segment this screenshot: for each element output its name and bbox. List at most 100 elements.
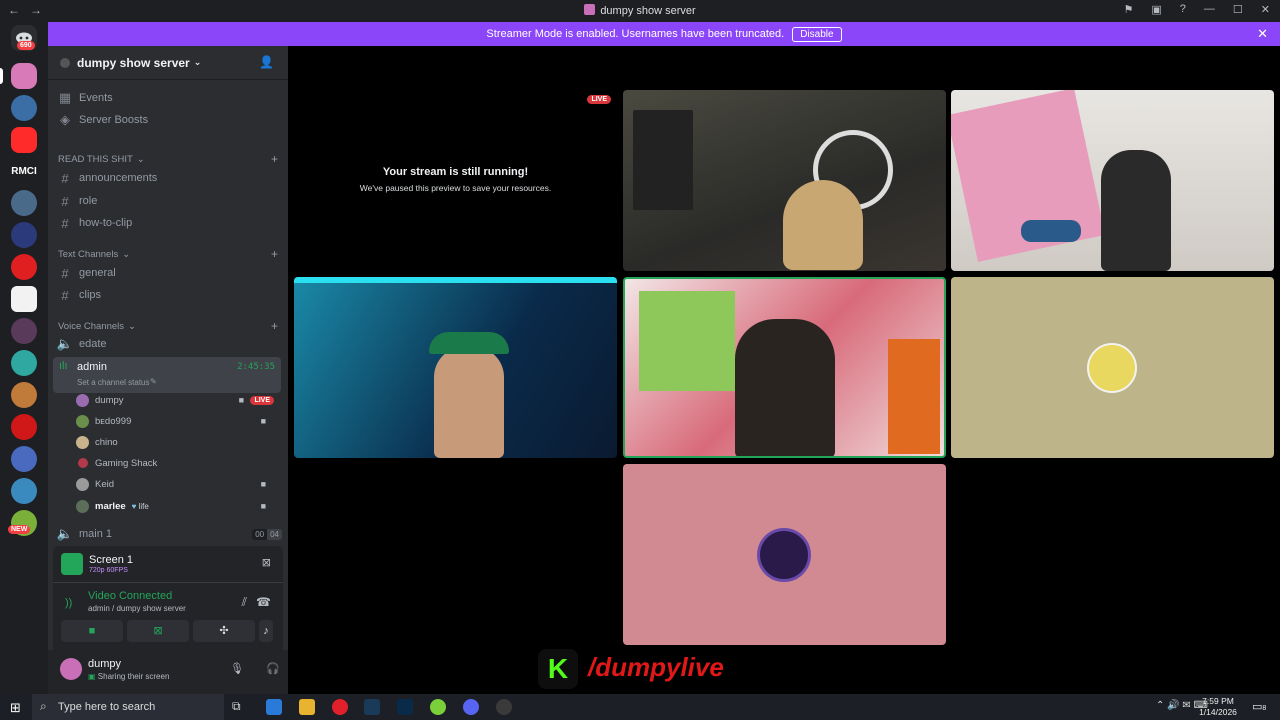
camera-button[interactable]: ■	[61, 620, 123, 642]
maximize-button[interactable]: ☐	[1233, 3, 1243, 16]
stop-stream-icon[interactable]: ⊠	[262, 556, 271, 569]
sidebar-item-server-boosts[interactable]: ◈ Server Boosts	[56, 109, 282, 131]
notification-center-icon[interactable]: ▭8	[1252, 700, 1266, 713]
voice-user[interactable]: chino	[76, 432, 276, 452]
voice-user[interactable]: Keid ■	[76, 474, 276, 494]
app-icon-green[interactable]	[430, 699, 446, 715]
discord-icon[interactable]	[463, 699, 479, 715]
title-bar: ← → dumpy show server ⚑ ▣ ? — ☐ ✕	[0, 0, 1280, 22]
soundboard-icon: ♪	[263, 625, 269, 637]
video-tile-speaking[interactable]	[623, 277, 946, 458]
server-icon-7[interactable]	[11, 254, 37, 280]
boost-icon: ◈	[60, 112, 70, 127]
headphones-icon[interactable]: 🎧	[266, 662, 280, 675]
sidebar-item-events[interactable]: ▦ Events	[56, 87, 282, 109]
invite-user-icon[interactable]: 👤	[259, 55, 274, 69]
search-box[interactable]: ⌕ Type here to search	[32, 694, 224, 720]
server-icon-10[interactable]	[11, 350, 37, 376]
window-title-text: dumpy show server	[600, 5, 696, 17]
server-icon-rfc[interactable]	[11, 95, 37, 121]
channel-announcements[interactable]: # announcements	[56, 167, 282, 189]
server-icon-youtube[interactable]	[11, 127, 37, 153]
connection-location[interactable]: admin / dumpy show server	[88, 604, 186, 613]
disable-button[interactable]: Disable	[792, 26, 842, 42]
noise-suppression-icon[interactable]: ⫽	[242, 595, 247, 610]
video-tile-avatar[interactable]	[623, 464, 946, 645]
stream-tile-paused[interactable]: Your stream is still running! We've paus…	[294, 90, 617, 271]
clock[interactable]: 7:59 PM 1/14/2026	[1196, 696, 1240, 718]
task-view-icon[interactable]: ⧉	[232, 699, 241, 714]
voice-channel-name: admin	[77, 361, 107, 373]
close-window-button[interactable]: ✕	[1261, 3, 1270, 16]
clock-date: 1/14/2026	[1199, 707, 1237, 717]
video-tile-user[interactable]	[294, 277, 617, 458]
obs-icon[interactable]	[496, 699, 512, 715]
channel-role[interactable]: # role	[56, 190, 282, 212]
edit-pencil-icon[interactable]: ✎	[150, 377, 157, 386]
soundboard-button[interactable]: ♪	[259, 620, 273, 642]
channel-how-to-clip[interactable]: # how-to-clip	[56, 212, 282, 234]
voice-user[interactable]: dumpy ■ LIVE	[76, 390, 276, 410]
server-icon-14[interactable]	[11, 478, 37, 504]
avatar	[76, 499, 89, 513]
channel-label: clips	[79, 289, 102, 301]
avatar	[76, 393, 89, 407]
video-tile-user[interactable]	[951, 90, 1274, 271]
server-icon-13[interactable]	[11, 446, 37, 472]
server-icon-11[interactable]	[11, 382, 37, 408]
microphone-icon[interactable]: 🎙	[230, 662, 244, 675]
led-strip	[294, 277, 617, 283]
activities-button[interactable]: ✣	[193, 620, 255, 642]
opera-icon[interactable]	[332, 699, 348, 715]
voice-channel-edate[interactable]: 🔈 edate	[56, 333, 282, 355]
sidebar-item-label: Server Boosts	[79, 114, 149, 126]
screen-share-button[interactable]: ⊠	[127, 620, 189, 642]
close-icon[interactable]: ✕	[1257, 26, 1268, 42]
help-icon[interactable]: ?	[1180, 3, 1186, 16]
video-camera-icon: ■	[260, 479, 266, 489]
avatar[interactable]	[60, 658, 82, 680]
file-explorer-icon[interactable]	[299, 699, 315, 715]
category-text-channels[interactable]: Text Channels ⌄ +	[58, 247, 278, 261]
add-channel-icon[interactable]: +	[271, 247, 278, 261]
video-tile-user[interactable]	[623, 90, 946, 271]
user-status-text: Sharing their screen	[97, 672, 170, 681]
server-icon-12[interactable]	[11, 414, 37, 440]
server-icon-6[interactable]	[11, 222, 37, 248]
video-tile-avatar[interactable]	[951, 277, 1274, 458]
minimize-button[interactable]: —	[1204, 3, 1215, 16]
server-icon-5[interactable]	[11, 190, 37, 216]
channel-clips[interactable]: # clips	[56, 284, 282, 306]
voice-active-icon: ılı	[59, 360, 68, 372]
app-icon-1[interactable]	[266, 699, 282, 715]
server-label-rmci[interactable]: RMCI	[3, 166, 45, 177]
channel-status-placeholder[interactable]: Set a channel status	[77, 378, 150, 387]
category-label: Voice Channels	[58, 321, 125, 332]
paused-title: Your stream is still running!	[382, 166, 529, 178]
server-icon-dumpy[interactable]	[11, 63, 37, 89]
voice-user[interactable]: marlee ♥ life ■	[76, 496, 276, 516]
disconnect-icon[interactable]: ☎	[256, 595, 271, 609]
server-icon-8[interactable]	[11, 286, 37, 312]
add-channel-icon[interactable]: +	[271, 152, 278, 166]
channel-general[interactable]: # general	[56, 262, 282, 284]
category-voice-channels[interactable]: Voice Channels ⌄ +	[58, 319, 278, 333]
server-header[interactable]: dumpy show server ⌄ 👤	[48, 46, 288, 80]
screen-share-icon[interactable]: ▣	[1151, 3, 1161, 16]
inbox-icon[interactable]: ⚑	[1124, 3, 1134, 16]
live-badge: LIVE	[250, 395, 274, 405]
voice-user[interactable]: bᴇdo999 ■	[76, 411, 276, 431]
add-channel-icon[interactable]: +	[271, 319, 278, 333]
clock-time: 7:59 PM	[1202, 696, 1234, 706]
server-icon-9[interactable]	[11, 318, 37, 344]
voice-user[interactable]: Gaming Shack	[76, 453, 276, 473]
voice-channel-admin[interactable]: ılı admin 2:45:35 Set a channel status ✎	[53, 357, 281, 393]
channel-label: general	[79, 267, 116, 279]
voice-channel-main-1[interactable]: 🔈 main 1 00 04	[56, 523, 282, 545]
windows-start-icon[interactable]: ⊞	[10, 700, 21, 716]
signal-icon[interactable]: ))	[65, 597, 72, 609]
photoshop-icon[interactable]	[397, 699, 413, 715]
video-camera-icon: ■	[238, 395, 244, 405]
app-icon-v[interactable]	[364, 699, 380, 715]
category-read-this[interactable]: READ THIS SHIT ⌄ +	[58, 152, 278, 166]
